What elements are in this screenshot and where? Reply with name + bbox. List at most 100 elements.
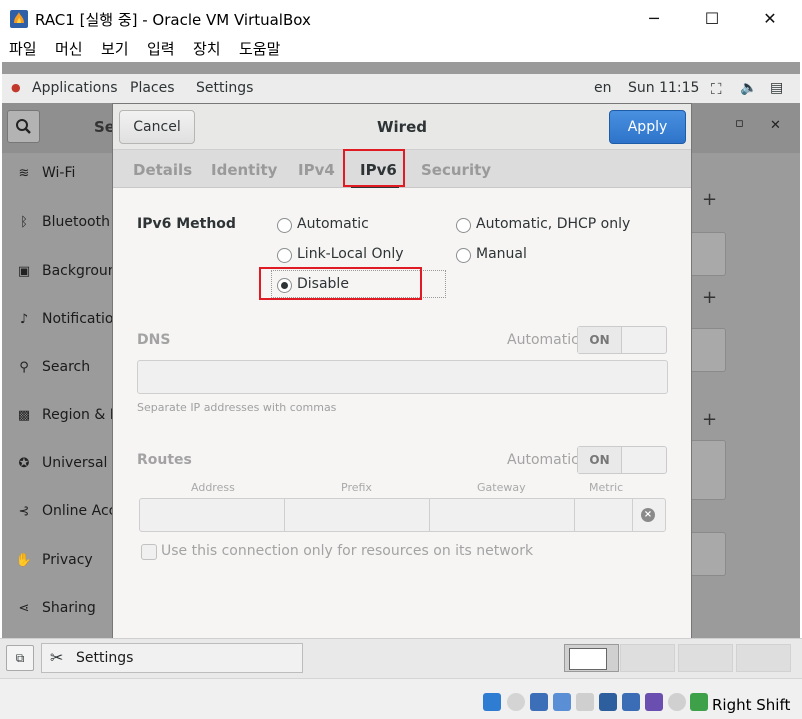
sidebar-item-online-accounts[interactable]: ⊰ Online Acc [14, 503, 124, 519]
routes-label: Routes [137, 452, 192, 468]
search-icon [16, 119, 31, 134]
applications-icon: ● [11, 81, 21, 94]
route-gateway-input[interactable] [430, 499, 575, 531]
dns-label: DNS [137, 332, 171, 348]
cancel-button[interactable]: Cancel [119, 110, 195, 144]
sidebar-item-background[interactable]: ▣ Backgroun [14, 263, 124, 279]
add-icon[interactable]: + [702, 189, 717, 210]
mouse-integration-icon[interactable] [690, 693, 708, 711]
menu-input[interactable]: 입력 [147, 38, 175, 59]
settings-search-button[interactable] [7, 110, 40, 143]
col-address: Address [191, 481, 235, 494]
network-icon[interactable]: ⛶ [711, 80, 722, 98]
audio-icon[interactable] [530, 693, 548, 711]
display-icon[interactable] [622, 693, 640, 711]
menu-machine[interactable]: 머신 [55, 38, 83, 59]
route-address-input[interactable] [140, 499, 285, 531]
settings-menu[interactable]: Settings [196, 80, 253, 96]
sidebar-item-region[interactable]: ▩ Region & L [14, 407, 124, 423]
dns-automatic-switch[interactable]: ON [577, 326, 667, 354]
places-menu[interactable]: Places [130, 80, 175, 96]
routes-row: × [139, 498, 666, 532]
tab-identity[interactable]: Identity [211, 161, 277, 179]
tools-icon: ✂ [50, 648, 64, 667]
battery-icon[interactable]: ▤ [770, 80, 783, 96]
restore-icon[interactable]: ▫ [735, 116, 744, 131]
sidebar-item-sharing[interactable]: ⋖ Sharing [14, 600, 124, 616]
ipv6-method-label: IPv6 Method [137, 216, 236, 232]
dns-input[interactable] [137, 360, 668, 394]
cpu-icon[interactable] [668, 693, 686, 711]
wifi-icon: ≋ [18, 166, 30, 181]
shared-folder-icon[interactable] [599, 693, 617, 711]
radio-manual-label: Manual [476, 246, 527, 262]
apply-button[interactable]: Apply [609, 110, 686, 144]
wired-dialog: Wired Cancel Apply Details Identity IPv4… [112, 103, 692, 638]
radio-automatic[interactable] [277, 218, 292, 233]
settings-close-icon[interactable]: ✕ [770, 118, 781, 133]
workspace-1[interactable] [564, 644, 619, 672]
dns-automatic-label: Automatic [507, 332, 579, 348]
sidebar-item-notifications[interactable]: ♪ Notification [14, 311, 124, 327]
panel-row-box [690, 328, 726, 372]
panel-row-box [690, 232, 726, 276]
sidebar-item-universal-access[interactable]: ✪ Universal A [14, 455, 124, 471]
maximize-button[interactable]: ☐ [692, 6, 732, 32]
optical-drive-icon[interactable] [507, 693, 525, 711]
panel-row-box [690, 440, 726, 500]
usb-icon[interactable] [576, 693, 594, 711]
radio-link-local-label: Link-Local Only [297, 246, 404, 262]
volume-icon[interactable]: 🔈 [740, 80, 757, 96]
menu-devices[interactable]: 장치 [193, 38, 221, 59]
delete-route-icon[interactable]: × [641, 508, 655, 522]
region-icon: ▩ [17, 408, 31, 423]
sidebar-item-privacy[interactable]: ✋ Privacy [14, 552, 124, 568]
workspace-4[interactable] [736, 644, 791, 672]
radio-link-local[interactable] [277, 248, 292, 263]
taskbar-settings[interactable]: ✂ Settings [41, 643, 303, 673]
only-local-checkbox-label: Use this connection only for resources o… [161, 543, 534, 559]
applications-menu[interactable]: Applications [32, 80, 118, 96]
close-button[interactable]: ✕ [750, 6, 790, 32]
online-accounts-icon: ⊰ [18, 504, 30, 519]
route-prefix-input[interactable] [285, 499, 430, 531]
workspace-2[interactable] [620, 644, 675, 672]
panel-row-box [690, 532, 726, 576]
sidebar-item-wifi[interactable]: ≋ Wi-Fi [14, 165, 124, 181]
routes-automatic-switch[interactable]: ON [577, 446, 667, 474]
add-icon[interactable]: + [702, 409, 717, 430]
harddisk-icon[interactable] [483, 693, 501, 711]
tab-highlight-box [343, 149, 405, 187]
tab-details[interactable]: Details [133, 161, 192, 179]
menu-file[interactable]: 파일 [9, 38, 37, 59]
sidebar-item-search[interactable]: ⚲ Search [14, 359, 124, 375]
virtualbox-icon [10, 10, 28, 28]
add-icon[interactable]: + [702, 287, 717, 308]
window-title: RAC1 [실행 중] - Oracle VM VirtualBox [35, 11, 311, 29]
routes-automatic-label: Automatic [507, 452, 579, 468]
dns-hint: Separate IP addresses with commas [137, 401, 337, 414]
route-metric-input[interactable] [575, 499, 633, 531]
clock[interactable]: Sun 11:15 [628, 80, 699, 96]
background-icon: ▣ [17, 264, 31, 279]
tab-ipv4[interactable]: IPv4 [298, 161, 335, 179]
menu-help[interactable]: 도움말 [239, 38, 280, 59]
tab-security[interactable]: Security [421, 161, 491, 179]
privacy-icon: ✋ [15, 553, 33, 568]
window-list-bar: ⧉ ✂ Settings [0, 638, 802, 678]
radio-automatic-label: Automatic [297, 216, 369, 232]
network-adapter-icon[interactable] [553, 693, 571, 711]
radio-automatic-dhcp[interactable] [456, 218, 471, 233]
show-desktop-icon[interactable]: ⧉ [6, 645, 34, 671]
bluetooth-icon: ᛒ [20, 215, 28, 230]
sidebar-item-bluetooth[interactable]: ᛒ Bluetooth [14, 214, 124, 230]
recording-icon[interactable] [645, 693, 663, 711]
input-language[interactable]: en [594, 80, 612, 96]
bell-icon: ♪ [19, 312, 29, 327]
menu-view[interactable]: 보기 [101, 38, 129, 59]
minimize-button[interactable]: ─ [634, 6, 674, 32]
disable-highlight-box [259, 267, 422, 300]
radio-manual[interactable] [456, 248, 471, 263]
only-local-checkbox[interactable] [141, 544, 157, 560]
workspace-3[interactable] [678, 644, 733, 672]
